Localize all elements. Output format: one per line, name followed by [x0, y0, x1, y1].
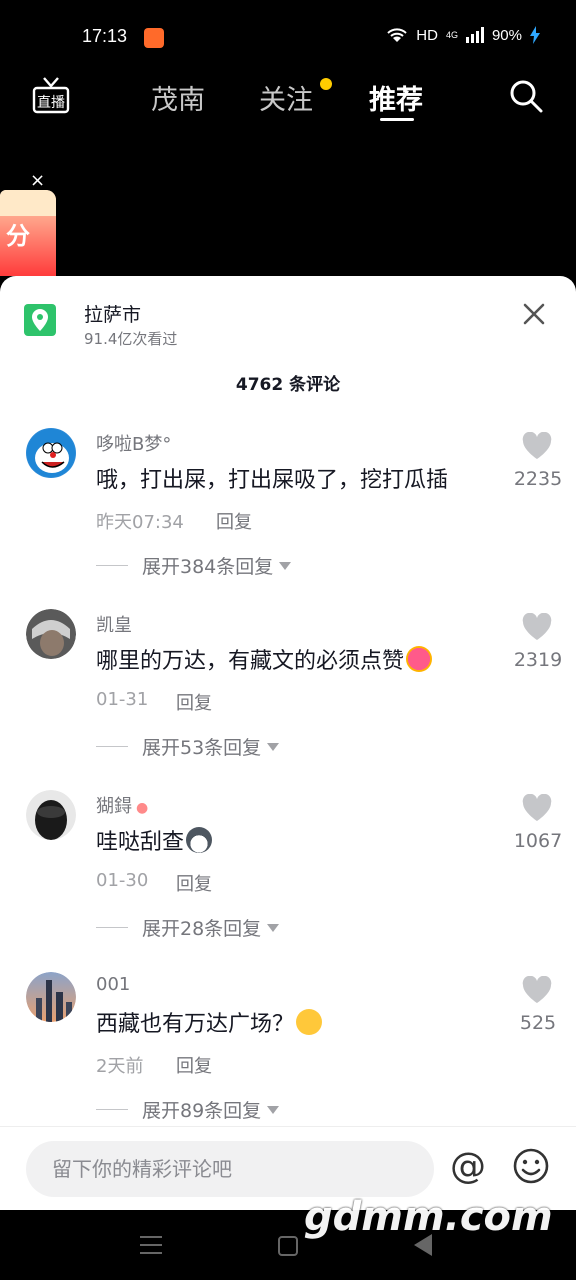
hd-indicator: HD — [416, 26, 438, 44]
comment-text[interactable]: 哇哒刮查 — [96, 824, 213, 856]
watermark: gdmm.com — [304, 1194, 553, 1240]
expand-replies[interactable]: 展开53条回复 — [96, 733, 280, 760]
caret-down-icon — [279, 561, 292, 570]
caret-down-icon — [267, 923, 280, 932]
comment-input[interactable] — [26, 1141, 434, 1197]
location-title[interactable]: 拉萨市 — [84, 300, 141, 327]
avatar[interactable] — [26, 790, 76, 840]
comment-count: 4762 条评论 — [235, 375, 341, 395]
emoji-icon[interactable] — [512, 1147, 550, 1185]
top-nav: 直播 茂南 关注 推荐 — [0, 60, 576, 134]
svg-text:直播: 直播 — [37, 94, 65, 111]
comment-item[interactable]: 猢鍀 ● 哇哒刮查 01-30 回复 1067 展开28条回复 — [0, 790, 576, 970]
heart-icon[interactable] — [522, 432, 552, 460]
comment-item[interactable]: 001 西藏也有万达广场？ 2天前 回复 525 展开89条回复 — [0, 972, 576, 1152]
live-icon[interactable]: 直播 — [32, 76, 70, 116]
menu-icon[interactable] — [140, 1236, 162, 1260]
following-new-dot — [320, 78, 332, 90]
comment-time: 2天前 — [96, 1056, 144, 1077]
heart-icon[interactable] — [522, 794, 552, 822]
comment-text[interactable]: 哦，打出屎，打出屎吸了，挖打瓜插 — [96, 462, 448, 494]
comments-panel: 拉萨市 91.4亿次看过 4762 条评论 哆啦B梦° 哦，打出屎，打出屎吸了，… — [0, 276, 576, 1210]
search-icon[interactable] — [508, 78, 544, 114]
wifi-icon — [387, 28, 407, 42]
reply-button[interactable]: 回复 — [176, 870, 212, 896]
comment-time: 昨天07:34 — [96, 512, 184, 533]
close-icon[interactable] — [520, 300, 548, 328]
like-count: 1067 — [513, 830, 563, 852]
cheer-sticker-icon — [406, 646, 433, 672]
location-pin-icon — [24, 304, 56, 336]
home-icon[interactable] — [278, 1236, 298, 1256]
battery-level: 90% — [491, 26, 522, 44]
comment-author[interactable]: 001 — [96, 974, 130, 995]
comment-item[interactable]: 哆啦B梦° 哦，打出屎，打出屎吸了，挖打瓜插 昨天07:34 回复 2235 展… — [0, 428, 576, 608]
signal-label: 4G — [445, 30, 458, 40]
reply-button[interactable]: 回复 — [216, 508, 252, 534]
like-count: 2319 — [513, 649, 563, 671]
caret-down-icon — [267, 742, 280, 751]
paw-icon: ● — [136, 800, 149, 816]
charging-icon — [530, 26, 540, 44]
caret-down-icon — [267, 1105, 280, 1114]
like-count: 525 — [519, 1012, 557, 1034]
heart-icon[interactable] — [522, 613, 552, 641]
heart-icon[interactable] — [522, 976, 552, 1004]
comment-author[interactable]: 哆啦B梦° — [96, 430, 171, 456]
comment-time: 01-31 — [96, 689, 149, 710]
comment-author[interactable]: 猢鍀 ● — [96, 792, 148, 818]
status-time: 17:13 — [82, 26, 128, 46]
tab-maonan[interactable]: 茂南 — [151, 78, 205, 117]
avatar[interactable] — [26, 609, 76, 659]
comment-text[interactable]: 西藏也有万达广场？ — [96, 1006, 323, 1038]
comment-time: 01-30 — [96, 870, 149, 891]
at-mention-icon[interactable]: @ — [448, 1147, 488, 1187]
expand-replies[interactable]: 展开89条回复 — [96, 1096, 280, 1123]
tab-recommend[interactable]: 推荐 — [369, 78, 423, 117]
active-tab-indicator — [380, 118, 414, 121]
like-count: 2235 — [513, 468, 563, 490]
signal-icon — [465, 27, 484, 43]
status-indicators: HD 4G 90% — [386, 26, 540, 44]
avatar[interactable] — [26, 972, 76, 1022]
avatar[interactable] — [26, 428, 76, 478]
ad-close-button[interactable]: × — [30, 170, 45, 191]
status-bar: 17:13 HD 4G 90% — [0, 0, 576, 60]
video-area[interactable]: × 分 — [0, 134, 576, 276]
comment-text[interactable]: 哪里的万达，有藏文的必须点赞 — [96, 643, 433, 675]
tab-following[interactable]: 关注 — [259, 78, 313, 117]
expand-replies[interactable]: 展开28条回复 — [96, 914, 280, 941]
reply-button[interactable]: 回复 — [176, 1052, 212, 1078]
reply-button[interactable]: 回复 — [176, 689, 212, 715]
location-views: 91.4亿次看过 — [84, 330, 178, 348]
expand-replies[interactable]: 展开384条回复 — [96, 552, 292, 579]
comment-author[interactable]: 凯皇 — [96, 611, 132, 637]
app-notification-icon — [144, 28, 164, 48]
ad-badge[interactable]: 分 — [0, 190, 56, 276]
ad-text: 分 — [6, 222, 30, 250]
husky-sticker-icon — [186, 827, 213, 853]
comment-item[interactable]: 凯皇 哪里的万达，有藏文的必须点赞 01-31 回复 2319 展开53条回复 — [0, 609, 576, 789]
laughing-emoji-icon — [296, 1009, 323, 1035]
